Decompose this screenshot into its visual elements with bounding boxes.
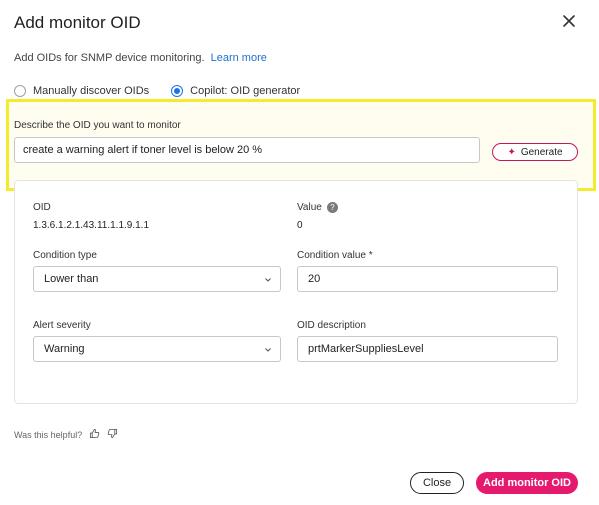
alert-severity-label: Alert severity [33,320,91,331]
alert-severity-select[interactable]: Warning [33,336,281,362]
value-value: 0 [297,220,303,231]
radio-manual-label: Manually discover OIDs [33,85,150,97]
describe-oid-input[interactable]: create a warning alert if toner level is… [14,137,480,163]
close-icon[interactable] [560,12,578,30]
thumbs-up-icon[interactable] [89,428,100,441]
value-label-row: Value? [297,202,338,213]
oid-description-label: OID description [297,320,366,331]
add-monitor-oid-button[interactable]: Add monitor OID [476,472,578,494]
sparkle-icon: ✦ [507,146,516,158]
feedback-question: Was this helpful? [14,429,83,440]
radio-copilot-generator[interactable]: Copilot: OID generator [171,85,300,97]
intro-text: Add OIDs for SNMP device monitoring. Lea… [14,52,267,64]
radio-copilot-label: Copilot: OID generator [190,85,301,97]
mode-radio-group: Manually discover OIDs Copilot: OID gene… [14,85,322,97]
learn-more-link[interactable]: Learn more [211,52,267,64]
feedback-row: Was this helpful? [14,428,118,441]
radio-copilot-indicator[interactable] [171,85,184,97]
close-button[interactable]: Close [410,472,464,494]
condition-value-input[interactable]: 20 [297,266,558,292]
condition-type-label: Condition type [33,250,97,261]
thumbs-down-icon[interactable] [107,428,118,441]
value-label: Value [297,202,322,214]
oid-result-panel [14,180,578,404]
radio-manual-discover[interactable]: Manually discover OIDs [14,85,149,97]
alert-severity-value: Warning [44,343,85,355]
chevron-down-icon [264,345,272,357]
chevron-down-icon [264,275,272,287]
condition-value-label: Condition value * [297,250,373,261]
oid-label: OID [33,202,51,213]
dialog-title: Add monitor OID [14,13,141,32]
radio-manual-indicator[interactable] [14,85,26,97]
intro-description: Add OIDs for SNMP device monitoring. [14,52,205,64]
oid-value: 1.3.6.1.2.1.43.11.1.1.9.1.1 [33,220,150,231]
condition-type-value: Lower than [44,273,99,285]
help-icon[interactable]: ? [326,202,338,213]
describe-oid-label: Describe the OID you want to monitor [14,120,181,131]
oid-description-input[interactable]: prtMarkerSuppliesLevel [297,336,558,362]
generate-button-label: Generate [520,146,563,158]
add-monitor-oid-dialog: Add monitor OID Add OIDs for SNMP device… [0,0,599,505]
generate-button[interactable]: ✦ Generate [492,143,578,161]
condition-type-select[interactable]: Lower than [33,266,281,292]
